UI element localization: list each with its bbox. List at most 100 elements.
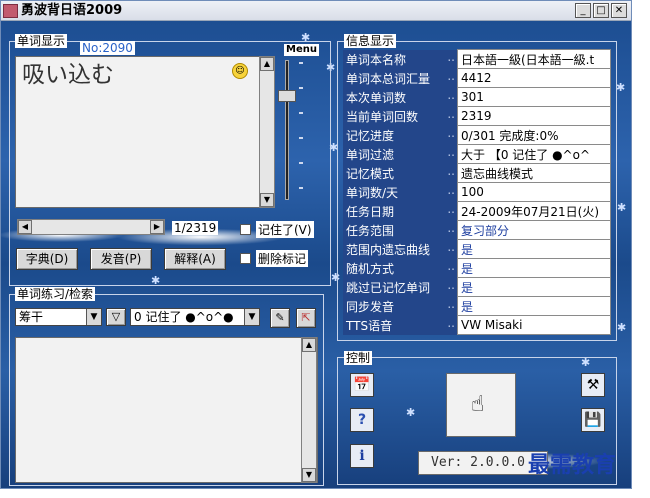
minimize-button[interactable]: _ [575,3,591,18]
info-key: 任务范围.. [343,220,458,240]
info-value: 是 [457,277,611,297]
info-key-label: 本次单词数 [346,90,407,105]
hand-icon: ☝ [471,392,485,417]
info-value: 是 [457,258,611,278]
chevron-down-icon[interactable]: ▼ [244,309,259,325]
scroll-up-button[interactable]: ▲ [302,338,316,352]
scroll-left-button[interactable]: ◀ [18,220,32,234]
explain-button[interactable]: 解释(A) [164,248,226,270]
word-combo[interactable]: 筹干 ▼ [15,308,102,326]
info-key-dots: .. [447,68,455,83]
info-display-title: 信息显示 [344,34,397,48]
info-key: 任务日期.. [343,201,458,221]
info-key-label: 单词本名称 [346,52,407,67]
info-key-label: 范围内遗忘曲线 [346,242,431,257]
chevron-down-icon[interactable]: ▼ [86,309,101,325]
tools-icon[interactable]: ⚒ [581,373,605,397]
pronounce-button[interactable]: 发音(P) [90,248,152,270]
close-button[interactable]: ✕ [611,3,627,18]
window-title: 勇波背日语2009 [21,3,123,18]
info-value: 301 [457,87,611,107]
info-key-dots: .. [447,258,455,273]
info-row: 单词过滤.. 大于 【0 记住了 ●^o^ [343,144,611,164]
info-key: 本次单词数.. [343,87,458,107]
info-key-dots: .. [447,144,455,159]
info-value: 复习部分 [457,220,611,240]
result-scrollbar[interactable]: ▲ ▼ [301,337,317,483]
help-icon[interactable]: ? [350,408,374,432]
info-key: 单词本名称.. [343,49,458,69]
info-key-dots: .. [447,315,455,330]
info-value: 24-2009年07月21日(火) [457,201,611,221]
dict-button[interactable]: 字典(D) [16,248,78,270]
delete-mark-checkbox[interactable] [240,253,251,264]
scroll-right-button[interactable]: ▶ [150,220,164,234]
app-icon [3,4,18,18]
info-key-dots: .. [447,163,455,178]
calendar-icon[interactable]: 📅 [350,373,374,397]
info-key: 同步发音.. [343,296,458,316]
scroll-up-button[interactable]: ▲ [260,57,274,71]
word-scrollbar[interactable]: ▲ ▼ [259,56,275,208]
info-key: 跳过已记忆单词.. [343,277,458,297]
info-key: 单词数/天.. [343,182,458,202]
filter-button[interactable]: ▽ [106,308,126,326]
info-row: 任务日期.. 24-2009年07月21日(火) [343,201,611,221]
word-position: 1/2319 [172,221,219,235]
info-value: 日本語一級(日本語一級.t [457,49,611,69]
info-value: 100 [457,182,611,202]
title-bar[interactable]: 勇波背日语2009 _ □ ✕ [1,1,631,21]
info-row: 随机方式.. 是 [343,258,611,278]
save-icon[interactable]: 💾 [581,408,605,432]
filter-combo[interactable]: 0 记住了 ●^o^● ▼ [130,308,260,326]
info-row: 本次单词数.. 301 [343,87,611,107]
word-number: No:2090 [80,41,135,55]
maximize-button[interactable]: □ [593,3,609,18]
current-word: 吸い込む [22,62,114,88]
info-key: 单词过滤.. [343,144,458,164]
slider-thumb[interactable] [278,90,296,102]
word-combo-value: 筹干 [19,310,44,324]
info-row: 记忆模式.. 遗忘曲线模式 [343,163,611,183]
info-key-label: 随机方式 [346,261,395,276]
info-key: 记忆进度.. [343,125,458,145]
word-display-box: 吸い込む ☺ [15,56,260,208]
info-key: 当前单词回数.. [343,106,458,126]
hand-box[interactable]: ☝ [446,373,516,437]
info-key-dots: .. [447,87,455,102]
info-icon[interactable]: i [350,444,374,468]
edit-icon[interactable]: ✎ [270,308,290,328]
result-list[interactable] [15,337,318,483]
snowflake-icon: ✱ [617,321,627,334]
smiley-icon: ☺ [232,63,248,79]
info-value: 0/301 完成度:0% [457,125,611,145]
delete-mark-label: 删除标记 [256,250,309,267]
info-key-label: 单词数/天 [346,185,399,200]
info-row: 同步发音.. 是 [343,296,611,316]
slider-ticks [299,62,303,198]
export-icon[interactable]: ⇱ [296,308,316,328]
scroll-down-button[interactable]: ▼ [302,468,316,482]
info-row: 跳过已记忆单词.. 是 [343,277,611,297]
info-value: 大于 【0 记住了 ●^o^ [457,144,611,164]
word-display-title: 单词显示 [15,34,68,48]
word-hscrollbar[interactable]: ◀ ▶ [17,219,165,235]
info-value: 是 [457,296,611,316]
info-key-dots: .. [447,182,455,197]
snowflake-icon: ✱ [617,201,627,214]
info-key-dots: .. [447,201,455,216]
info-row: 单词本总词汇量.. 4412 [343,68,611,88]
info-value: 4412 [457,68,611,88]
info-key-label: 跳过已记忆单词 [346,280,431,295]
scroll-down-button[interactable]: ▼ [260,193,274,207]
info-key-label: 当前单词回数 [346,109,419,124]
info-value: 2319 [457,106,611,126]
info-key: 范围内遗忘曲线.. [343,239,458,259]
info-row: 当前单词回数.. 2319 [343,106,611,126]
info-key-dots: .. [447,296,455,311]
remember-checkbox[interactable] [240,224,251,235]
info-row: 任务范围.. 复习部分 [343,220,611,240]
info-table: 单词本名称.. 日本語一級(日本語一級.t 单词本总词汇量.. 4412 本次单词数..… [343,49,611,335]
info-key-label: 记忆进度 [346,128,395,143]
info-key: 记忆模式.. [343,163,458,183]
